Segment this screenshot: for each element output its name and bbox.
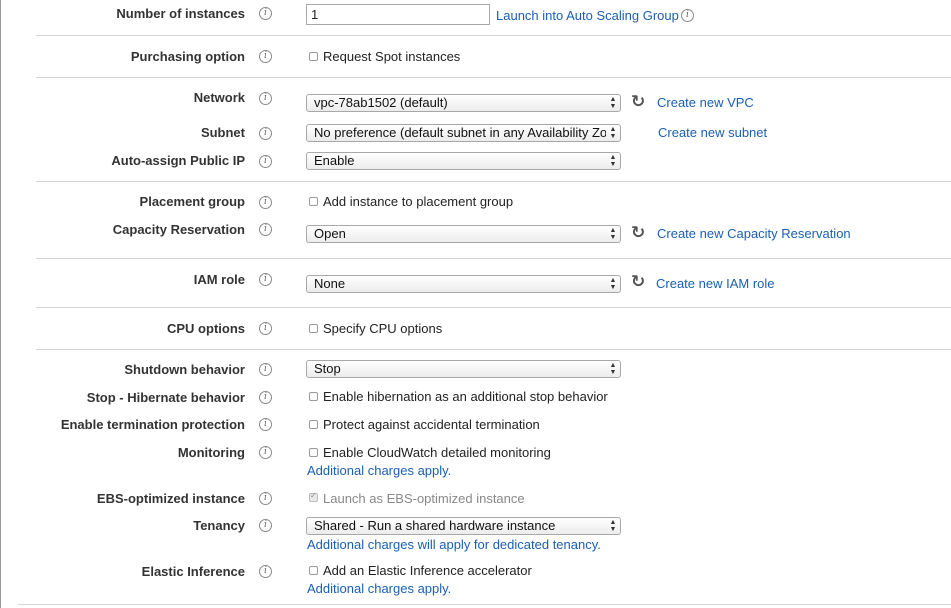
termination-protection-label: Enable termination protection	[60, 417, 245, 432]
iam-role-select[interactable]: None ▲ ▼	[306, 275, 621, 293]
inference-charges-link[interactable]: Additional charges apply.	[307, 581, 451, 596]
info-icon[interactable]: i	[259, 418, 272, 431]
shutdown-behavior-label: Shutdown behavior	[124, 362, 245, 377]
placement-group-checkbox-label: Add instance to placement group	[323, 194, 514, 209]
cpu-options-checkbox-label: Specify CPU options	[323, 321, 443, 336]
subnet-select[interactable]: No preference (default subnet in any Ava…	[306, 124, 621, 142]
elastic-inference-label: Elastic Inference	[141, 564, 245, 579]
termination-protection-checkbox[interactable]	[309, 420, 318, 429]
info-icon[interactable]: i	[259, 391, 272, 404]
shutdown-behavior-select[interactable]: Stop ▲ ▼	[306, 360, 621, 378]
elastic-inference-checkbox-label: Add an Elastic Inference accelerator	[323, 563, 532, 578]
info-icon[interactable]: i	[259, 273, 272, 286]
cpu-options-checkbox[interactable]	[309, 324, 318, 333]
info-icon[interactable]: i	[259, 50, 272, 63]
monitoring-charges-link[interactable]: Additional charges apply.	[307, 463, 451, 478]
number-of-instances-label: Number of instances	[116, 6, 245, 21]
hibernate-checkbox[interactable]	[309, 392, 318, 401]
hibernate-checkbox-label: Enable hibernation as an additional stop…	[323, 389, 608, 404]
select-arrows-icon: ▲ ▼	[609, 362, 617, 376]
spot-instances-label: Request Spot instances	[323, 49, 461, 64]
capacity-reservation-select[interactable]: Open ▲ ▼	[306, 225, 621, 243]
capacity-reservation-value: Open	[314, 226, 346, 241]
select-arrows-icon: ▲ ▼	[609, 96, 617, 110]
info-icon[interactable]: i	[259, 363, 272, 376]
info-icon[interactable]: i	[681, 9, 694, 22]
tenancy-charges-link[interactable]: Additional charges will apply for dedica…	[307, 537, 601, 552]
tenancy-select[interactable]: Shared - Run a shared hardware instance …	[306, 517, 621, 535]
refresh-icon[interactable]: ↻	[631, 274, 647, 291]
select-arrows-icon: ▲ ▼	[609, 126, 617, 140]
refresh-icon[interactable]: ↻	[631, 94, 647, 111]
capacity-reservation-label: Capacity Reservation	[112, 222, 245, 237]
placement-group-checkbox[interactable]	[309, 197, 318, 206]
create-iam-role-link[interactable]: Create new IAM role	[656, 276, 775, 291]
divider	[36, 181, 951, 182]
info-icon[interactable]: i	[259, 446, 272, 459]
ebs-optimized-label: EBS-optimized instance	[96, 491, 245, 506]
cpu-options-label: CPU options	[167, 321, 245, 336]
info-icon[interactable]: i	[259, 155, 272, 168]
cloudwatch-monitoring-checkbox-label: Enable CloudWatch detailed monitoring	[323, 445, 551, 460]
tenancy-value: Shared - Run a shared hardware instance	[314, 518, 556, 533]
select-arrows-icon: ▲ ▼	[609, 227, 617, 241]
number-of-instances-input[interactable]: 1	[306, 4, 490, 25]
hibernate-behavior-label: Stop - Hibernate behavior	[86, 390, 245, 405]
monitoring-label: Monitoring	[177, 445, 245, 460]
divider	[36, 349, 951, 350]
public-ip-select[interactable]: Enable ▲ ▼	[306, 152, 621, 170]
iam-role-label: IAM role	[193, 272, 245, 287]
termination-protection-checkbox-label: Protect against accidental termination	[323, 417, 540, 432]
subnet-label: Subnet	[200, 125, 245, 140]
elastic-inference-checkbox[interactable]	[309, 566, 318, 575]
placement-group-label: Placement group	[139, 194, 245, 209]
divider	[36, 77, 951, 78]
subnet-select-value: No preference (default subnet in any Ava…	[314, 125, 606, 140]
network-select[interactable]: vpc-78ab1502 (default) ▲ ▼	[306, 94, 621, 112]
create-new-vpc-link[interactable]: Create new VPC	[657, 95, 754, 110]
network-select-value: vpc-78ab1502 (default)	[314, 95, 448, 110]
info-icon[interactable]: i	[259, 492, 272, 505]
info-icon[interactable]: i	[259, 196, 272, 209]
select-arrows-icon: ▲ ▼	[609, 154, 617, 168]
shutdown-behavior-value: Stop	[314, 361, 341, 376]
purchasing-option-label: Purchasing option	[130, 49, 245, 64]
create-capacity-reservation-link[interactable]: Create new Capacity Reservation	[657, 226, 851, 241]
launch-auto-scaling-link[interactable]: Launch into Auto Scaling Group	[496, 8, 679, 23]
info-icon[interactable]: i	[259, 223, 272, 236]
ebs-optimized-checkbox	[309, 491, 318, 502]
ebs-optimized-checkbox-label: Launch as EBS-optimized instance	[323, 491, 525, 506]
divider	[36, 258, 951, 259]
public-ip-select-value: Enable	[314, 153, 355, 168]
info-icon[interactable]: i	[259, 7, 272, 20]
divider	[36, 35, 951, 36]
divider	[18, 604, 951, 605]
auto-assign-public-ip-label: Auto-assign Public IP	[111, 153, 245, 168]
info-icon[interactable]: i	[259, 92, 272, 105]
spot-instances-checkbox[interactable]	[309, 52, 318, 61]
info-icon[interactable]: i	[259, 565, 272, 578]
info-icon[interactable]: i	[259, 127, 272, 140]
info-icon[interactable]: i	[259, 519, 272, 532]
left-panel-border	[0, 0, 1, 608]
cloudwatch-monitoring-checkbox[interactable]	[309, 448, 318, 457]
iam-role-value: None	[314, 276, 346, 291]
divider	[36, 307, 951, 308]
create-new-subnet-link[interactable]: Create new subnet	[658, 125, 767, 140]
tenancy-label: Tenancy	[193, 518, 245, 533]
select-arrows-icon: ▲ ▼	[609, 519, 617, 533]
refresh-icon[interactable]: ↻	[631, 225, 647, 242]
info-icon[interactable]: i	[259, 322, 272, 335]
select-arrows-icon: ▲ ▼	[609, 277, 617, 291]
network-label: Network	[193, 90, 245, 105]
